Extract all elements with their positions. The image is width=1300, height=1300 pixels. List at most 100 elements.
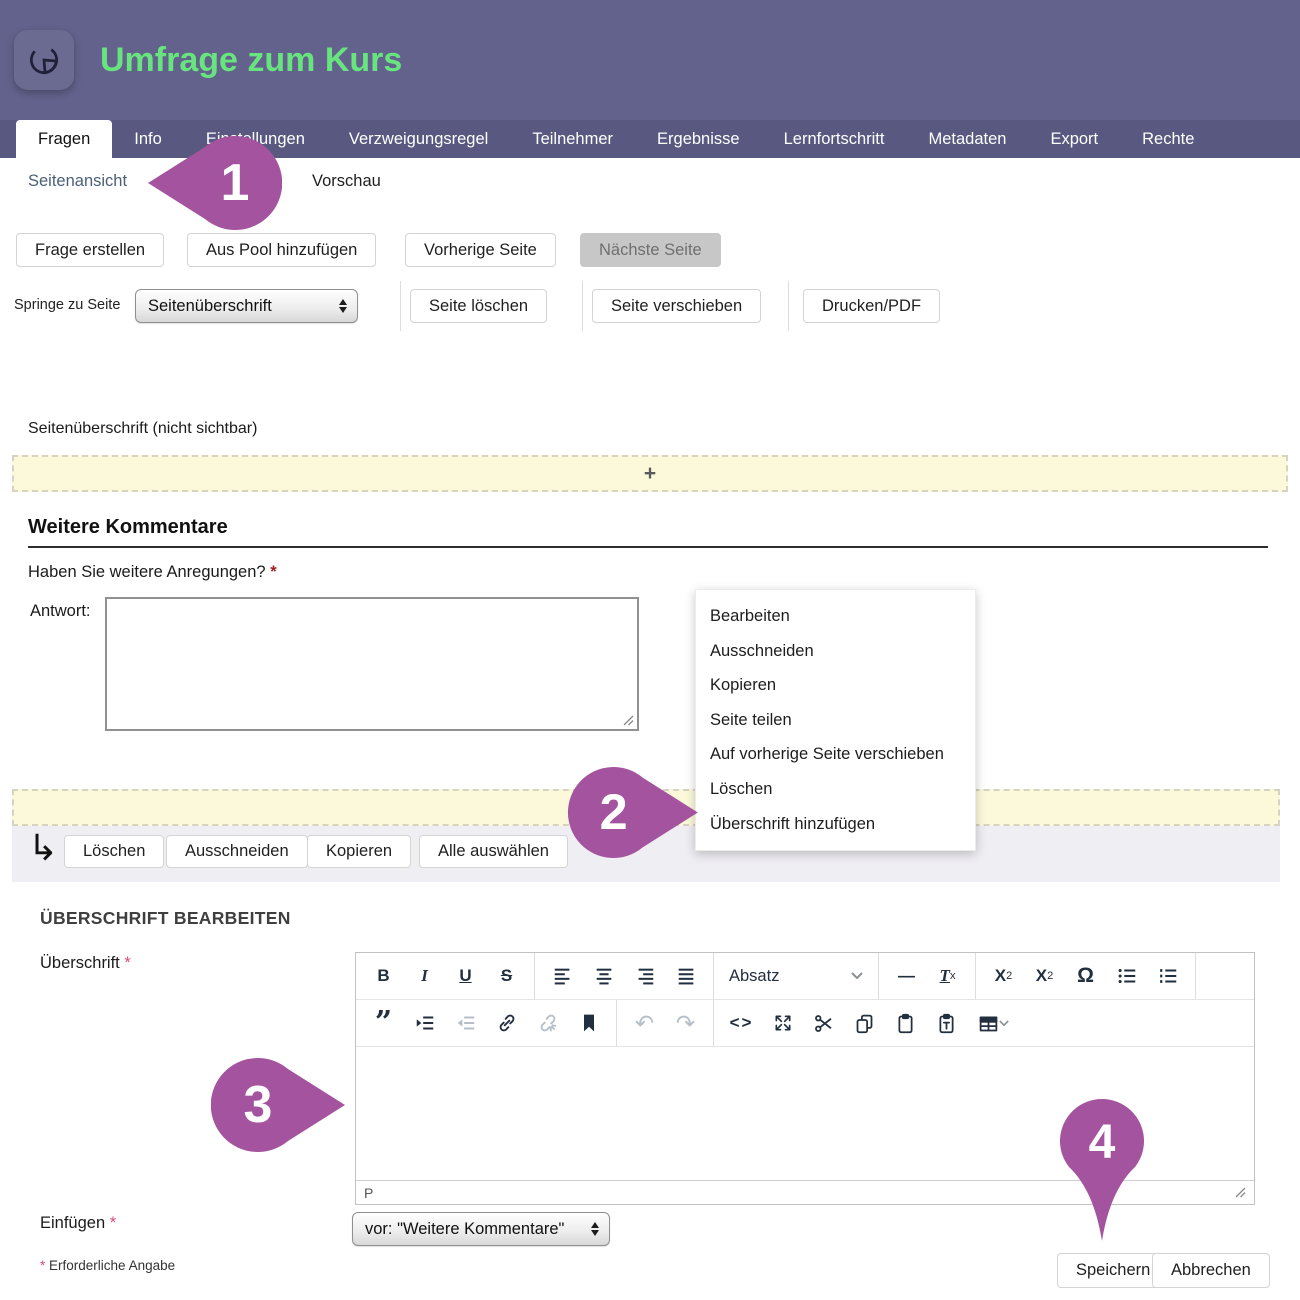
bold-icon[interactable]: B — [363, 957, 404, 995]
antwort-textarea[interactable] — [105, 597, 639, 731]
survey-logo-icon — [25, 41, 63, 79]
link-icon[interactable] — [486, 1004, 527, 1042]
antwort-label: Antwort: — [30, 602, 91, 621]
vorherige-seite-button[interactable]: Vorherige Seite — [405, 233, 556, 267]
fullscreen-icon[interactable] — [762, 1004, 803, 1042]
indent-icon[interactable] — [404, 1004, 445, 1042]
subtab-vorschau[interactable]: Vorschau — [312, 172, 381, 191]
abbrechen-button[interactable]: Abbrechen — [1152, 1253, 1270, 1288]
tab-ergebnisse[interactable]: Ergebnisse — [635, 120, 762, 158]
align-group — [535, 953, 714, 999]
menu-item-ausschneiden[interactable]: Ausschneiden — [696, 634, 975, 669]
tab-metadaten[interactable]: Metadaten — [906, 120, 1028, 158]
required-footnote: * Erforderliche Angabe — [40, 1258, 175, 1273]
tab-verzweigungsregel[interactable]: Verzweigungsregel — [327, 120, 510, 158]
app-logo — [14, 30, 74, 90]
paragraph-format-select[interactable]: Absatz — [721, 957, 871, 995]
svg-text:4: 4 — [1089, 1116, 1116, 1169]
resize-handle-icon[interactable] — [623, 715, 634, 726]
svg-text:2: 2 — [600, 783, 628, 840]
chevron-down-icon — [999, 1020, 1009, 1027]
anchor-bookmark-icon[interactable] — [568, 1004, 609, 1042]
tab-export[interactable]: Export — [1028, 120, 1120, 158]
cut-icon[interactable] — [803, 1004, 844, 1042]
justify-icon[interactable] — [665, 957, 706, 995]
callout-4-pin: 4 — [1055, 1098, 1149, 1243]
springe-zu-seite-select[interactable]: Seitenüberschrift — [135, 289, 358, 323]
tab-rechte[interactable]: Rechte — [1120, 120, 1216, 158]
clear-formatting-icon[interactable]: Tx — [927, 957, 968, 995]
paragraph-group: Absatz — [714, 953, 879, 999]
menu-item-bearbeiten[interactable]: Bearbeiten — [696, 599, 975, 634]
format-group: B I U S — [356, 953, 535, 999]
bullet-list-icon[interactable] — [1106, 957, 1147, 995]
horizontal-rule-icon[interactable]: — — [886, 957, 927, 995]
seite-verschieben-button[interactable]: Seite verschieben — [592, 289, 761, 323]
align-left-icon[interactable] — [542, 957, 583, 995]
paragraph-format-value: Absatz — [729, 967, 779, 986]
question-section-title: Weitere Kommentare — [28, 516, 228, 539]
svg-text:3: 3 — [244, 1076, 273, 1134]
italic-icon[interactable]: I — [404, 957, 445, 995]
springe-zu-seite-label: Springe zu Seite — [14, 297, 120, 313]
toolbar-divider — [582, 281, 583, 331]
element-path: P — [364, 1185, 373, 1201]
blockquote-icon[interactable]: ” — [363, 1004, 404, 1042]
source-code-icon[interactable]: <> — [721, 1004, 762, 1042]
required-star: * — [124, 954, 130, 972]
numbered-list-icon[interactable] — [1147, 957, 1188, 995]
einfuegen-select-value: vor: "Weitere Kommentare" — [365, 1220, 564, 1239]
menu-item-auf-vorherige-seite[interactable]: Auf vorherige Seite verschieben — [696, 737, 975, 772]
underline-icon[interactable]: U — [445, 957, 486, 995]
select-spinner-icon — [591, 1222, 599, 1236]
selection-kopieren-button[interactable]: Kopieren — [307, 835, 411, 868]
strikethrough-icon[interactable]: S — [486, 957, 527, 995]
question-text: Haben Sie weitere Anregungen? * — [28, 563, 277, 582]
tab-lernfortschritt[interactable]: Lernfortschritt — [762, 120, 907, 158]
outdent-icon — [445, 1004, 486, 1042]
selection-loeschen-button[interactable]: Löschen — [64, 835, 164, 868]
toolbar-divider — [788, 281, 789, 331]
seite-loeschen-button[interactable]: Seite löschen — [410, 289, 547, 323]
undo-group: ↶ ↷ — [617, 1000, 714, 1046]
undo-icon: ↶ — [624, 1004, 665, 1042]
springe-zu-seite-select-value: Seitenüberschrift — [148, 297, 272, 316]
select-spinner-icon — [339, 299, 347, 313]
table-icon[interactable] — [967, 1004, 1019, 1042]
paste-as-text-icon[interactable] — [926, 1004, 967, 1042]
drucken-pdf-button[interactable]: Drucken/PDF — [803, 289, 940, 323]
callout-2-pin: 2 — [566, 767, 700, 858]
menu-item-ueberschrift-hinzufuegen[interactable]: Überschrift hinzufügen — [696, 807, 975, 842]
paste-icon[interactable] — [885, 1004, 926, 1042]
tab-teilnehmer[interactable]: Teilnehmer — [510, 120, 635, 158]
aus-pool-hinzufuegen-button[interactable]: Aus Pool hinzufügen — [187, 233, 376, 267]
plus-icon[interactable]: + — [644, 462, 656, 486]
superscript-icon[interactable]: X2 — [1024, 957, 1065, 995]
selection-ausschneiden-button[interactable]: Ausschneiden — [166, 835, 308, 868]
menu-item-seite-teilen[interactable]: Seite teilen — [696, 703, 975, 738]
special-character-icon[interactable]: Ω — [1065, 957, 1106, 995]
frage-erstellen-button[interactable]: Frage erstellen — [16, 233, 164, 267]
add-element-dropzone[interactable]: + — [12, 455, 1288, 492]
align-right-icon[interactable] — [624, 957, 665, 995]
tab-fragen[interactable]: Fragen — [16, 120, 112, 158]
required-star: * — [110, 1214, 116, 1232]
edit-section-title: ÜBERSCHRIFT BEARBEITEN — [40, 908, 291, 929]
chevron-down-icon — [851, 972, 863, 980]
redo-icon: ↷ — [665, 1004, 706, 1042]
subscript-icon[interactable]: X2 — [983, 957, 1024, 995]
subtab-seitenansicht[interactable]: Seitenansicht — [28, 172, 127, 191]
selection-alle-auswaehlen-button[interactable]: Alle auswählen — [419, 835, 568, 868]
einfuegen-position-select[interactable]: vor: "Weitere Kommentare" — [352, 1212, 610, 1246]
callout-3-pin: 3 — [211, 1058, 345, 1152]
page-title: Umfrage zum Kurs — [100, 41, 402, 80]
menu-item-loeschen[interactable]: Löschen — [696, 772, 975, 807]
menu-item-kopieren[interactable]: Kopieren — [696, 668, 975, 703]
resize-handle-icon[interactable] — [1235, 1187, 1246, 1198]
copy-icon[interactable] — [844, 1004, 885, 1042]
editor-toolbar-row-2: ” ↶ ↷ <> — [356, 1000, 1254, 1047]
naechste-seite-button: Nächste Seite — [580, 233, 721, 267]
char-group: X2 X2 Ω — [976, 953, 1196, 999]
svg-text:1: 1 — [221, 154, 250, 212]
align-center-icon[interactable] — [583, 957, 624, 995]
